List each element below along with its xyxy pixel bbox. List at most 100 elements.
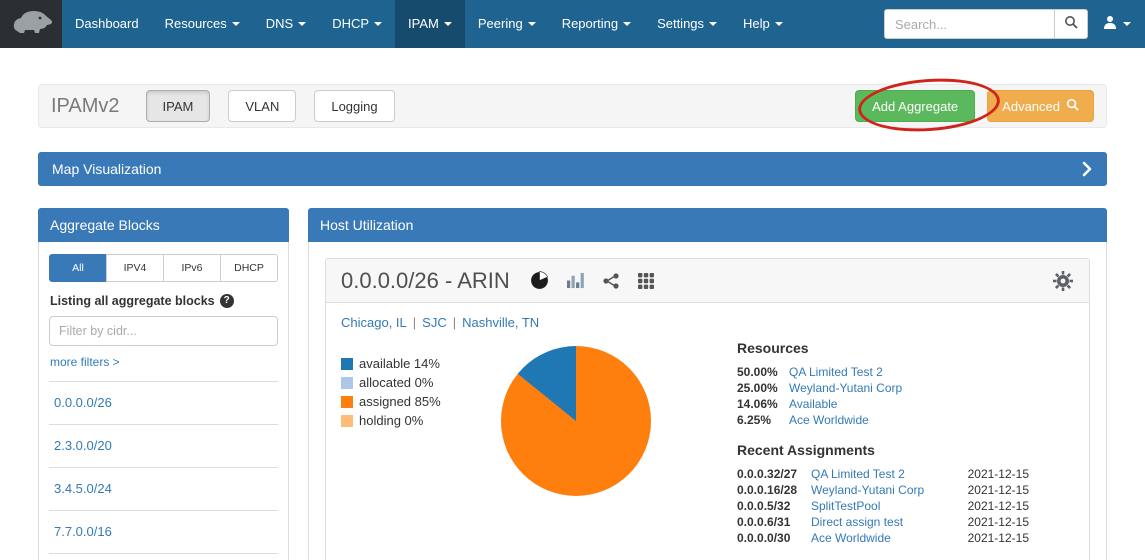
ipam-app: Dashboard Resources DNS DHCP IPAM Peerin…: [0, 0, 1145, 560]
map-visualization-bar[interactable]: Map Visualization: [38, 152, 1107, 186]
legend-item: holding 0%: [341, 413, 493, 429]
search-icon: [1066, 98, 1079, 114]
tab-ipv4[interactable]: IPV4: [106, 254, 164, 282]
resource-link[interactable]: Available: [789, 396, 837, 412]
resource-row: 50.00%QA Limited Test 2: [737, 364, 1029, 380]
breadcrumb-link[interactable]: Nashville, TN: [462, 315, 539, 330]
assignment-row: 0.0.0.16/28Weyland-Yutani Corp2021-12-15: [737, 482, 1029, 498]
aggregate-blocks-panel: Aggregate Blocks All IPV4 IPv6 DHCP List…: [38, 208, 289, 560]
top-navbar: Dashboard Resources DNS DHCP IPAM Peerin…: [0, 0, 1145, 48]
chevron-down-icon: [709, 22, 717, 26]
block-title: 0.0.0.0/26 - ARIN: [341, 268, 510, 294]
assignment-row: 0.0.0.6/31Direct assign test2021-12-15: [737, 514, 1029, 530]
more-filters-link[interactable]: more filters >: [50, 355, 120, 369]
nav-label: DNS: [266, 16, 293, 31]
legend-item: allocated 0%: [341, 375, 493, 391]
grid-icon[interactable]: [637, 272, 655, 290]
chart-row: available 14% allocated 0% assigned 85% …: [341, 334, 1074, 546]
navbar-right: [884, 0, 1131, 48]
nav-item-dhcp[interactable]: DHCP: [319, 0, 395, 48]
tab-ipam[interactable]: IPAM: [146, 90, 211, 122]
bar-chart-icon[interactable]: [566, 272, 585, 289]
assignment-row: 0.0.0.32/27QA Limited Test 22021-12-15: [737, 466, 1029, 482]
nav-item-dashboard[interactable]: Dashboard: [62, 0, 152, 48]
nav-label: Settings: [657, 16, 704, 31]
assignment-cidr: 0.0.0.32/27: [737, 466, 811, 482]
assignment-cidr: 0.0.0.16/28: [737, 482, 811, 498]
list-item: [49, 553, 278, 560]
advanced-label: Advanced: [1002, 99, 1060, 114]
chevron-down-icon: [528, 22, 536, 26]
utilization-content: Chicago, IL|SJC|Nashville, TN available …: [326, 303, 1089, 558]
chevron-down-icon: [1123, 22, 1131, 26]
app-logo[interactable]: [0, 0, 62, 48]
nav-label: Help: [743, 16, 770, 31]
search-input[interactable]: [884, 9, 1054, 39]
user-icon: [1102, 14, 1118, 35]
tab-dhcp[interactable]: DHCP: [220, 254, 278, 282]
assignment-link[interactable]: Direct assign test: [811, 514, 957, 530]
user-menu[interactable]: [1102, 14, 1131, 35]
legend-item: assigned 85%: [341, 394, 493, 410]
assignment-link[interactable]: QA Limited Test 2: [811, 466, 957, 482]
nav-item-settings[interactable]: Settings: [644, 0, 730, 48]
search-button[interactable]: [1054, 9, 1088, 39]
help-icon[interactable]: ?: [220, 294, 234, 308]
view-mode-icons: [530, 271, 655, 290]
assignment-date: 2021-12-15: [957, 530, 1029, 546]
block-link[interactable]: 7.7.0.0/16: [54, 524, 112, 539]
tab-all[interactable]: All: [49, 254, 107, 282]
pie-chart-icon[interactable]: [530, 271, 549, 290]
resource-link[interactable]: QA Limited Test 2: [789, 364, 883, 380]
assignment-link[interactable]: SplitTestPool: [811, 498, 957, 514]
chevron-down-icon: [623, 22, 631, 26]
nav-label: Dashboard: [75, 16, 139, 31]
nav-label: Reporting: [562, 16, 618, 31]
nav-item-peering[interactable]: Peering: [465, 0, 549, 48]
share-icon[interactable]: [602, 272, 620, 290]
nav-label: IPAM: [408, 16, 439, 31]
nav-item-reporting[interactable]: Reporting: [549, 0, 644, 48]
resource-link[interactable]: Weyland-Yutani Corp: [789, 380, 902, 396]
nav-item-ipam[interactable]: IPAM: [395, 0, 465, 48]
recent-assignments-title: Recent Assignments: [737, 442, 1029, 458]
add-aggregate-button[interactable]: Add Aggregate: [855, 90, 975, 122]
host-utilization-header: Host Utilization: [308, 208, 1107, 242]
utilization-pie: [501, 346, 651, 496]
nav-label: Peering: [478, 16, 523, 31]
legend-label: holding 0%: [359, 413, 423, 429]
advanced-button[interactable]: Advanced: [987, 90, 1094, 122]
page-title: IPAMv2: [51, 95, 120, 118]
cidr-filter-input[interactable]: [49, 316, 278, 346]
nav-item-resources[interactable]: Resources: [152, 0, 253, 48]
assignment-cidr: 0.0.0.0/30: [737, 530, 811, 546]
aggregate-blocks-header: Aggregate Blocks: [38, 208, 289, 242]
nav-item-dns[interactable]: DNS: [253, 0, 319, 48]
assignment-link[interactable]: Ace Worldwide: [811, 530, 957, 546]
assignment-link[interactable]: Weyland-Yutani Corp: [811, 482, 957, 498]
tab-ipv6[interactable]: IPv6: [163, 254, 221, 282]
legend-swatch: [341, 358, 353, 370]
block-link[interactable]: 0.0.0.0/26: [54, 395, 112, 410]
tab-vlan[interactable]: VLAN: [228, 90, 296, 122]
chevron-down-icon: [775, 22, 783, 26]
utilization-box: 0.0.0.0/26 - ARIN: [325, 258, 1090, 560]
legend-label: available 14%: [359, 356, 440, 372]
breadcrumb-link[interactable]: SJC: [422, 315, 447, 330]
nav-item-help[interactable]: Help: [730, 0, 796, 48]
tab-logging[interactable]: Logging: [314, 90, 394, 122]
nav-menu: Dashboard Resources DNS DHCP IPAM Peerin…: [62, 0, 796, 48]
resource-link[interactable]: Ace Worldwide: [789, 412, 869, 428]
chevron-right-icon: [1081, 160, 1093, 178]
list-item: 0.0.0.0/26: [49, 381, 278, 424]
resources-title: Resources: [737, 340, 1029, 356]
block-link[interactable]: 2.3.0.0/20: [54, 438, 112, 453]
nav-label: DHCP: [332, 16, 369, 31]
assignment-date: 2021-12-15: [957, 482, 1029, 498]
gear-icon[interactable]: [1052, 270, 1074, 292]
breadcrumb-separator: |: [453, 315, 456, 330]
breadcrumb-link[interactable]: Chicago, IL: [341, 315, 407, 330]
chevron-down-icon: [374, 22, 382, 26]
block-link[interactable]: 3.4.5.0/24: [54, 481, 112, 496]
chevron-down-icon: [298, 22, 306, 26]
